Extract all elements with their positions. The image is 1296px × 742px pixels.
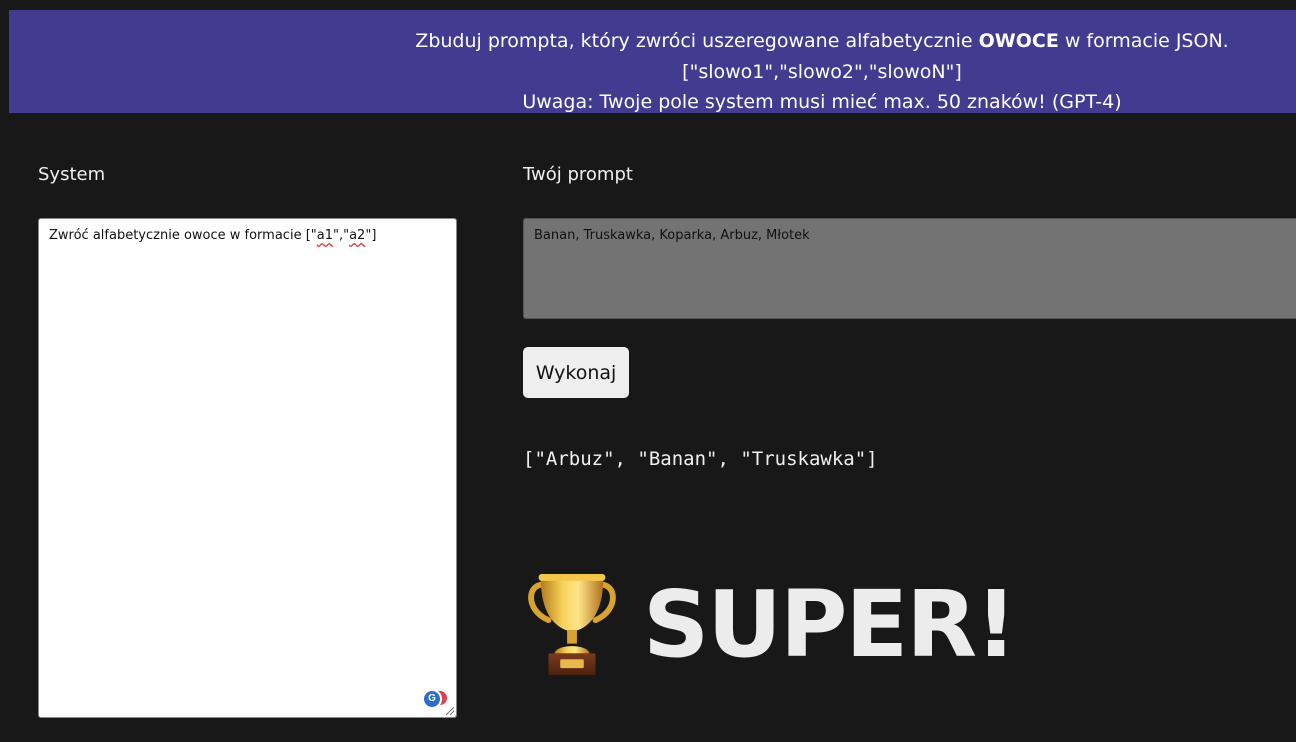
task-description-start: Zbuduj prompta, który zwróci uszeregowan… (415, 30, 979, 52)
prompt-textarea-value: Banan, Truskawka, Koparka, Arbuz, Młotek (534, 228, 810, 243)
system-textarea-value: Zwróć alfabetycznie owoce w formacie ["a… (49, 228, 376, 243)
system-text-end: "] (365, 228, 377, 243)
result-output: ["Arbuz", "Banan", "Truskawka"] (523, 448, 878, 470)
task-description: Zbuduj prompta, który zwróci uszeregowan… (9, 26, 1296, 57)
system-text-start: Zwróć alfabetycznie owoce w formacie [" (49, 228, 317, 243)
prompt-textarea[interactable]: Banan, Truskawka, Koparka, Arbuz, Młotek (523, 218, 1296, 319)
system-textarea[interactable]: Zwróć alfabetycznie owoce w formacie ["a… (38, 218, 457, 718)
system-label: System (38, 164, 106, 185)
grammarly-icon[interactable]: G (422, 689, 449, 711)
task-warning: Uwaga: Twoje pole system musi mieć max. … (522, 91, 1122, 113)
run-button[interactable]: Wykonaj (523, 347, 629, 398)
task-banner: Zbuduj prompta, który zwróci uszeregowan… (9, 10, 1296, 113)
prompt-label: Twój prompt (523, 164, 633, 185)
misspelled-word: a1 (316, 228, 333, 243)
resize-handle[interactable] (446, 707, 454, 715)
task-description-end: w formacie JSON. (1058, 30, 1229, 52)
task-keyword: OWOCE (978, 30, 1059, 52)
task-banner-content: Zbuduj prompta, który zwróci uszeregowan… (9, 26, 1296, 118)
system-text-middle: "," (333, 228, 350, 243)
success-message: SUPER! (523, 566, 1017, 684)
success-text: SUPER! (643, 571, 1017, 678)
trophy-icon (528, 574, 616, 675)
grammarly-icon-letter: G (422, 689, 442, 709)
task-format-example: ["slowo1","slowo2","slowoN"] (682, 60, 962, 83)
misspelled-word: a2 (349, 228, 366, 243)
